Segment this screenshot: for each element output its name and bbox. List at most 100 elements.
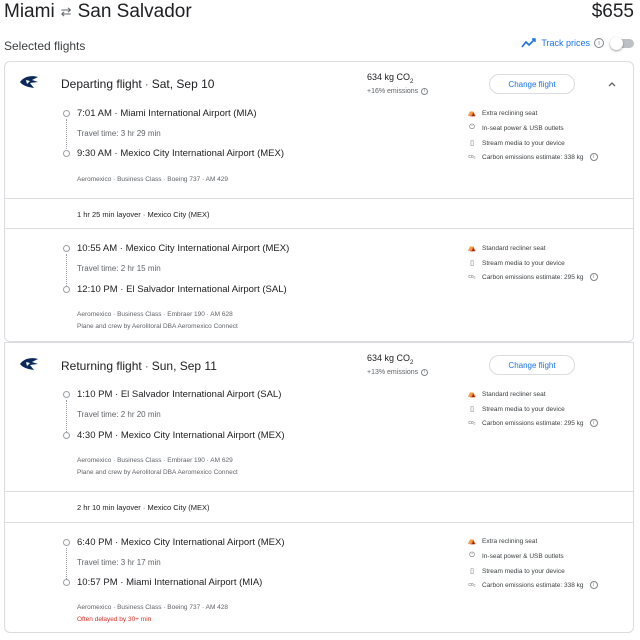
- media-icon: ▯: [470, 140, 474, 147]
- amenity-item: ▯ Stream media to your device: [468, 567, 565, 576]
- segment-departure: 6:40 PM · Mexico City International Airp…: [77, 537, 285, 548]
- arrival-dot: [63, 286, 70, 293]
- co2-icon: co₂: [468, 582, 476, 588]
- power-icon: ⏻: [469, 552, 475, 559]
- seat-icon: ⛺: [467, 391, 477, 398]
- seat-icon: ⛺: [467, 110, 477, 117]
- track-prices[interactable]: Track prices i: [521, 36, 634, 50]
- seat-icon: ⛺: [467, 245, 477, 252]
- layover-info: 2 hr 10 min layover · Mexico City (MEX): [77, 503, 210, 512]
- travel-time: Travel time: 3 hr 29 min: [77, 129, 161, 138]
- segment-departure: 10:55 AM · Mexico City International Air…: [77, 243, 290, 254]
- seat-icon: ⛺: [467, 538, 477, 545]
- co2-value: 634 kg CO: [367, 72, 411, 82]
- amenity-item: ⛺ Extra reclining seat: [467, 109, 538, 118]
- co2-icon: co₂: [468, 420, 476, 426]
- segment-arrival: 12:10 PM · El Salvador International Air…: [77, 284, 287, 295]
- delay-warning: Often delayed by 30+ min: [77, 616, 152, 623]
- divider: [5, 228, 633, 229]
- departure-dot: [63, 391, 70, 398]
- departing-date: Sat, Sep 10: [151, 77, 215, 91]
- amenity-item: co₂ Carbon emissions estimate: 295 kg i: [468, 419, 598, 427]
- departing-label: Departing flight: [61, 77, 142, 91]
- media-icon: ▯: [470, 568, 474, 575]
- amenity-item: ⛺ Standard recliner seat: [467, 390, 546, 399]
- arrival-dot: [63, 432, 70, 439]
- returning-flight-card: Returning flight · Sun, Sep 11 634 kg CO2 …: [4, 342, 634, 633]
- departing-co2: 634 kg CO2 +16% emissions i: [367, 72, 429, 95]
- airline-logo-icon: [20, 358, 38, 370]
- segment-arrival: 9:30 AM · Mexico City International Airp…: [77, 148, 284, 159]
- divider: [5, 522, 633, 523]
- itinerary-line: [66, 400, 67, 432]
- emissions-delta: +16% emissions: [367, 87, 419, 95]
- operator-details: Plane and crew by Aerolitoral DBA Aerome…: [77, 469, 238, 476]
- departure-dot: [63, 245, 70, 252]
- segment-arrival: 10:57 PM · Miami International Airport (…: [77, 577, 263, 588]
- travel-time: Travel time: 2 hr 15 min: [77, 264, 161, 273]
- returning-date: Sun, Sep 11: [151, 359, 217, 373]
- amenity-item: ▯ Stream media to your device: [468, 259, 565, 268]
- info-icon[interactable]: i: [589, 273, 598, 281]
- segment-departure: 1:10 PM · El Salvador International Airp…: [77, 389, 282, 400]
- flight-details: Aeromexico · Business Class · Embraer 19…: [77, 457, 233, 464]
- origin-city: Miami: [4, 1, 55, 22]
- departure-dot: [63, 110, 70, 117]
- flight-details: Aeromexico · Business Class · Boeing 737…: [77, 604, 229, 611]
- airline-logo-icon: [20, 76, 38, 88]
- co2-subscript: 2: [410, 359, 414, 366]
- amenity-item: ⛺ Extra reclining seat: [467, 537, 538, 546]
- info-icon[interactable]: i: [421, 368, 429, 376]
- chevron-up-icon[interactable]: [607, 79, 617, 89]
- amenity-item: ⏻ In-seat power & USB outlets: [469, 124, 564, 132]
- layover-info: 1 hr 25 min layover · Mexico City (MEX): [77, 210, 210, 219]
- returning-title: Returning flight · Sun, Sep 11: [61, 359, 217, 373]
- travel-time: Travel time: 3 hr 17 min: [77, 558, 161, 567]
- itinerary-line: [66, 254, 67, 286]
- departure-dot: [63, 539, 70, 546]
- arrival-dot: [63, 150, 70, 157]
- departing-title: Departing flight · Sat, Sep 10: [61, 77, 215, 91]
- segment-departure: 7:01 AM · Miami International Airport (M…: [77, 108, 257, 119]
- track-prices-label: Track prices: [541, 38, 590, 48]
- amenity-item: ⛺ Standard recliner seat: [467, 244, 546, 253]
- info-icon[interactable]: i: [594, 38, 604, 48]
- itinerary-line: [66, 119, 67, 151]
- emissions-delta: +13% emissions: [367, 368, 419, 376]
- co2-icon: co₂: [468, 154, 476, 160]
- operator-details: Plane and crew by Aerolitoral DBA Aerome…: [77, 323, 238, 330]
- divider: [5, 198, 633, 199]
- amenity-item: ▯ Stream media to your device: [468, 405, 565, 414]
- itinerary-line: [66, 548, 67, 579]
- arrival-dot: [63, 579, 70, 586]
- info-icon[interactable]: i: [589, 581, 598, 589]
- segment-arrival: 4:30 PM · Mexico City International Airp…: [77, 430, 285, 441]
- amenity-item: co₂ Carbon emissions estimate: 338 kg i: [468, 153, 598, 161]
- flight-details: Aeromexico · Business Class · Embraer 19…: [77, 311, 233, 318]
- destination-city: San Salvador: [77, 1, 192, 22]
- amenity-item: co₂ Carbon emissions estimate: 338 kg i: [468, 581, 598, 589]
- change-flight-button[interactable]: Change flight: [489, 355, 575, 375]
- info-icon[interactable]: i: [421, 87, 429, 95]
- flight-details: Aeromexico · Business Class · Boeing 737…: [77, 176, 229, 183]
- route-title: Miami ⇄ San Salvador: [4, 1, 192, 23]
- co2-icon: co₂: [468, 274, 476, 280]
- media-icon: ▯: [470, 260, 474, 267]
- power-icon: ⏻: [469, 124, 475, 131]
- returning-co2: 634 kg CO2 +13% emissions i: [367, 353, 429, 376]
- info-icon[interactable]: i: [589, 153, 598, 161]
- co2-value: 634 kg CO: [367, 353, 411, 363]
- amenity-item: co₂ Carbon emissions estimate: 295 kg i: [468, 273, 598, 281]
- selected-flights-label: Selected flights: [4, 39, 86, 53]
- track-prices-toggle[interactable]: [610, 36, 634, 50]
- amenity-item: ⏻ In-seat power & USB outlets: [469, 552, 564, 560]
- media-icon: ▯: [470, 406, 474, 413]
- departing-flight-card: Departing flight · Sat, Sep 10 634 kg CO2 …: [4, 61, 634, 342]
- swap-icon[interactable]: ⇄: [61, 4, 72, 20]
- info-icon[interactable]: i: [589, 419, 598, 427]
- returning-label: Returning flight: [61, 359, 142, 373]
- divider: [5, 491, 633, 492]
- trip-header: Miami ⇄ San Salvador $655: [0, 0, 640, 28]
- change-flight-button[interactable]: Change flight: [489, 74, 575, 94]
- total-price: $655: [591, 1, 634, 22]
